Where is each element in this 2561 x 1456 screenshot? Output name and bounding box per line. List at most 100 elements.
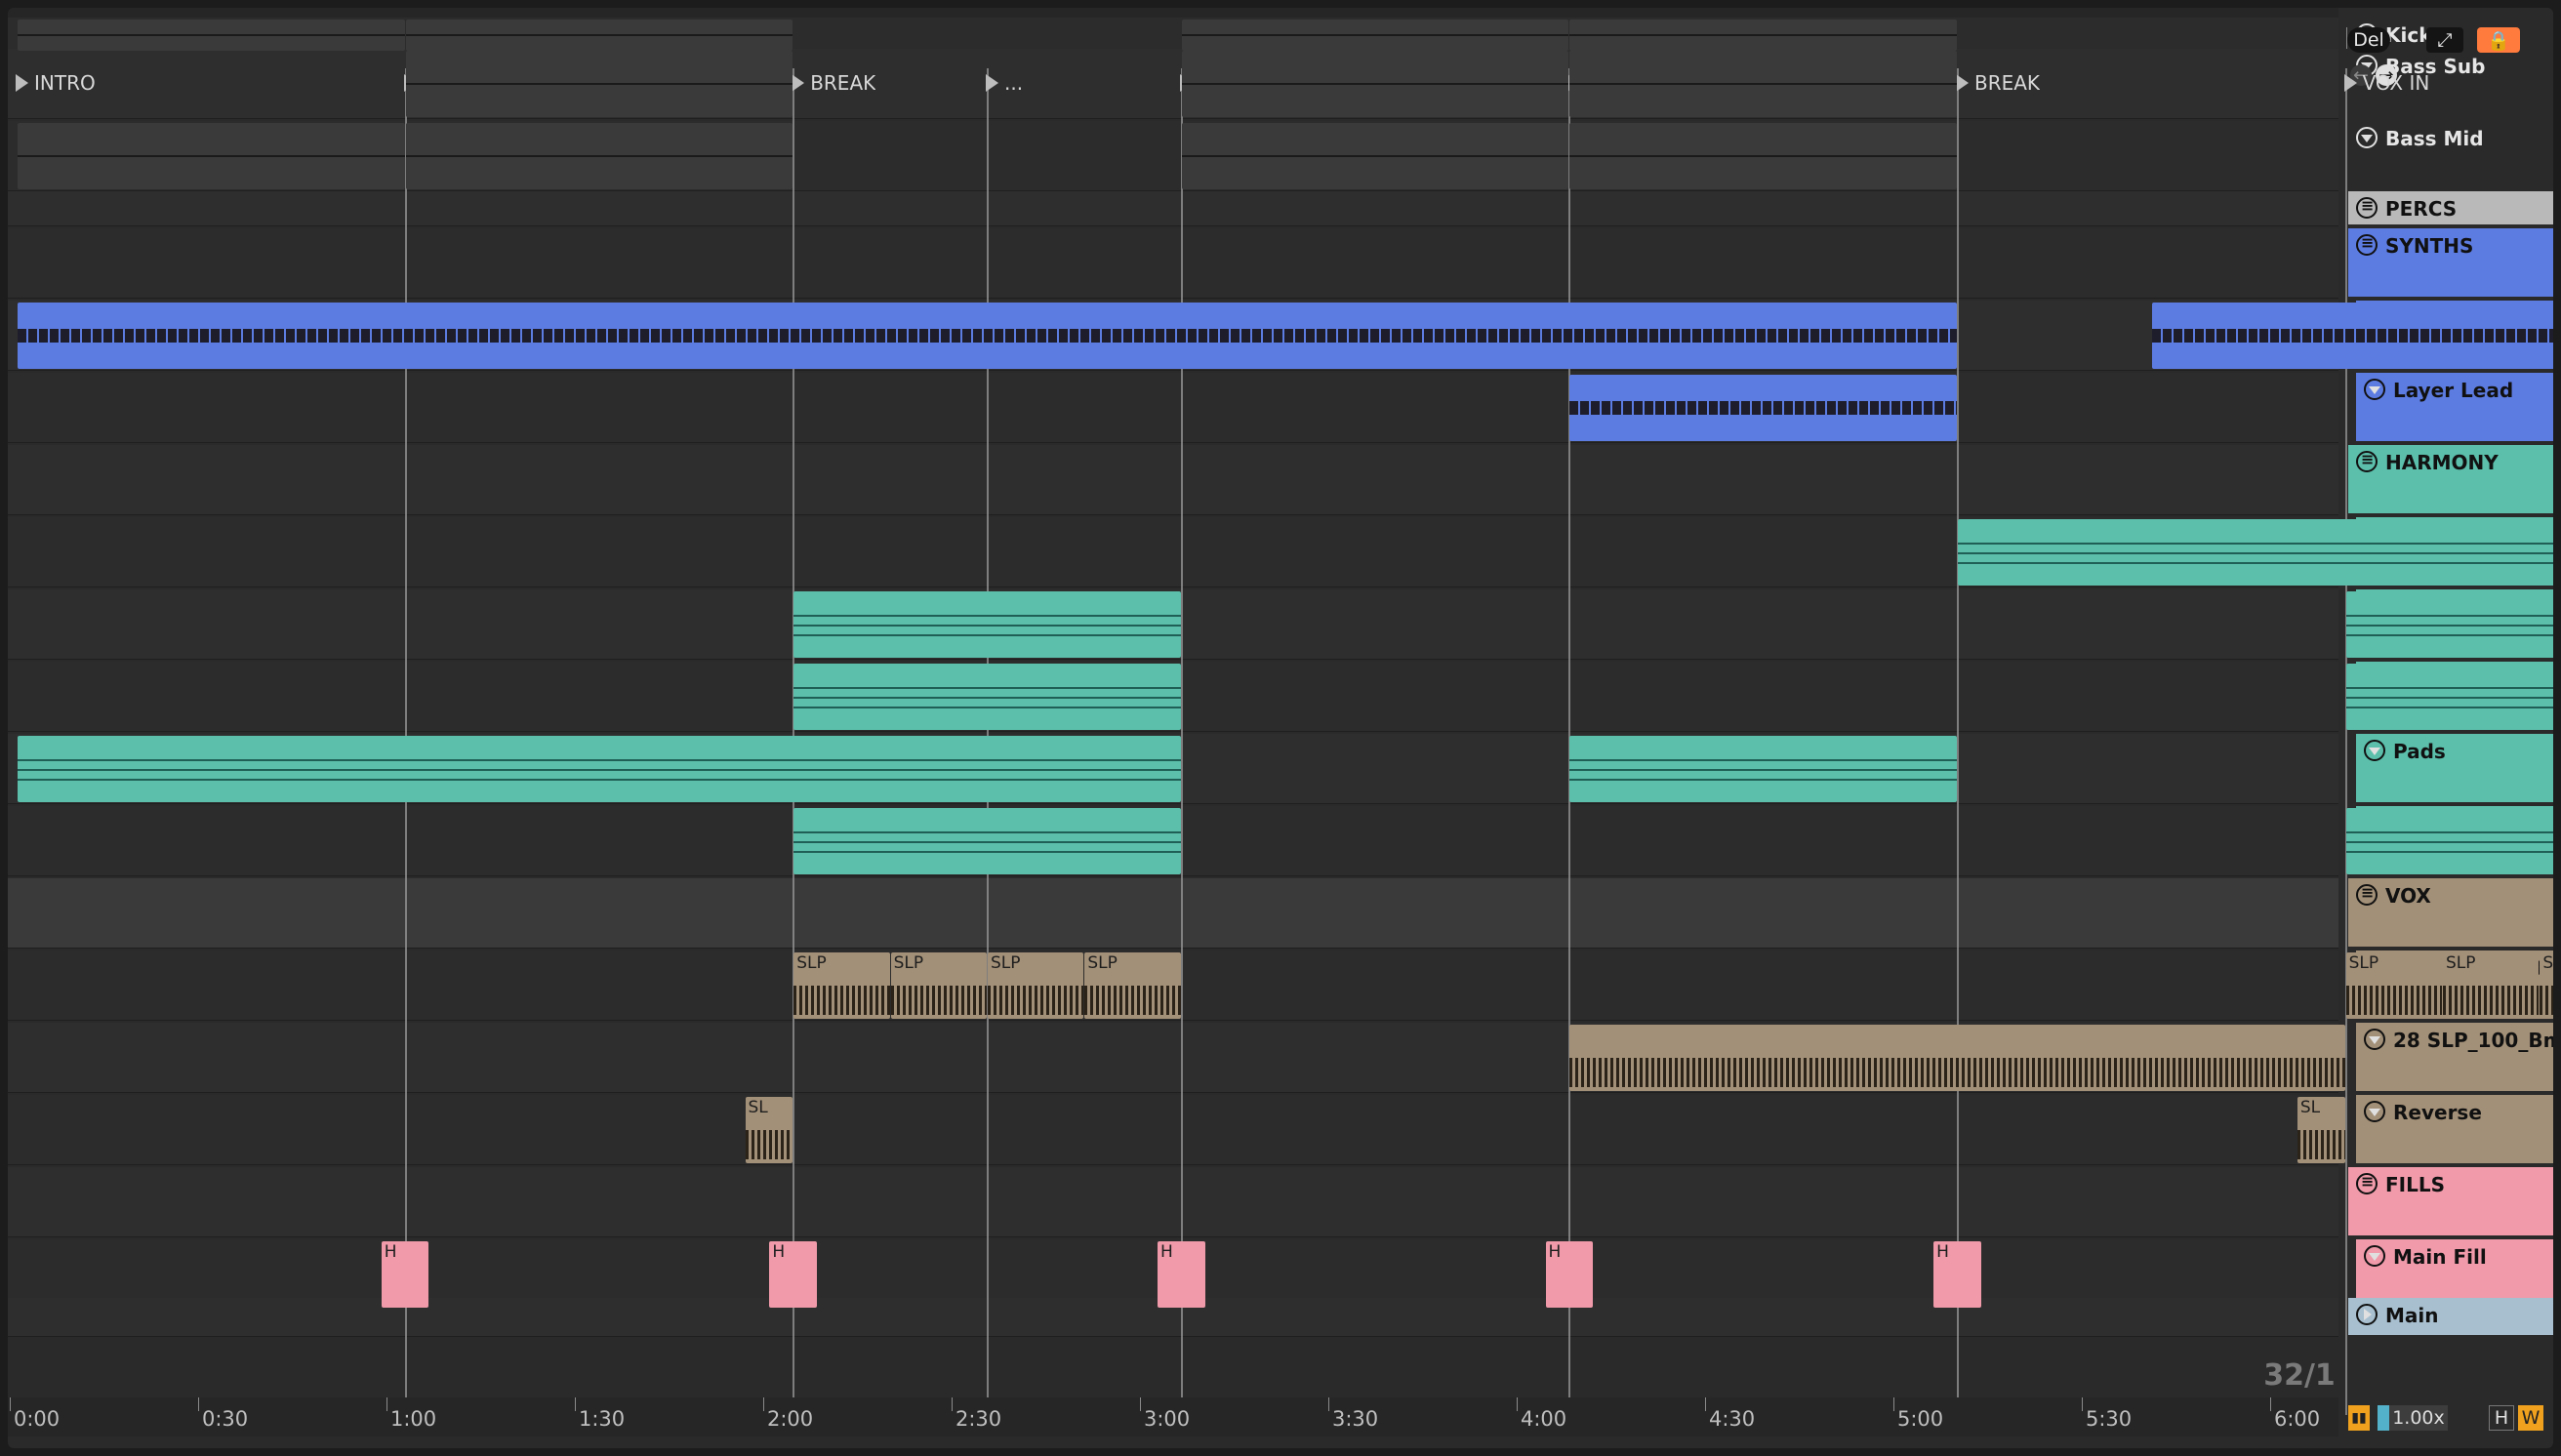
track-header-28-slp-100-bm[interactable]: 28 SLP_100_Bm <box>2356 1023 2553 1093</box>
time-label: 5:30 <box>2086 1407 2133 1431</box>
locator-label: VOX IN <box>2362 71 2430 95</box>
clip[interactable]: SL <box>2297 1097 2345 1163</box>
track-header-vox[interactable]: VOX <box>2348 878 2553 949</box>
locator-marker[interactable]: VOX IN <box>2343 70 2430 96</box>
fold-down-icon[interactable] <box>2364 379 2385 400</box>
clip[interactable]: H <box>1157 1241 1205 1308</box>
group-fold-icon[interactable] <box>2356 883 2378 906</box>
delete-button[interactable]: Del <box>2347 27 2390 53</box>
clip[interactable] <box>1181 51 1569 117</box>
group-fold-icon[interactable] <box>2356 450 2378 472</box>
midi-notes <box>18 329 1957 344</box>
clip[interactable]: H <box>1933 1241 1981 1308</box>
track-lane[interactable] <box>8 1095 2338 1165</box>
clip[interactable]: SLP <box>2345 952 2442 1019</box>
clip-name: H <box>384 1242 397 1262</box>
time-tick <box>1328 1397 1329 1411</box>
track-lane[interactable] <box>8 228 2338 299</box>
group-fold-icon[interactable] <box>2356 196 2378 219</box>
track-header-main[interactable]: Main <box>2348 1298 2553 1337</box>
clip[interactable]: H <box>1545 1241 1594 1308</box>
zoom-readout[interactable]: 1.00x <box>2378 1405 2448 1431</box>
clip[interactable]: SLP <box>1084 952 1181 1019</box>
track-header-fills[interactable]: FILLS <box>2348 1167 2553 1237</box>
track-header-percs[interactable]: PERCS <box>2348 191 2553 226</box>
clip[interactable]: SLP <box>2443 952 2540 1019</box>
clip[interactable]: SLP <box>890 952 987 1019</box>
clip[interactable] <box>18 123 405 189</box>
clip[interactable] <box>405 123 793 189</box>
clip[interactable] <box>2151 303 2553 369</box>
fold-down-icon[interactable] <box>2364 740 2385 761</box>
locator-triangle-icon <box>16 74 28 92</box>
lock-icon[interactable]: 🔒 <box>2477 27 2520 53</box>
clip[interactable] <box>1569 736 1957 802</box>
audio-waveform <box>2297 1130 2345 1159</box>
audio-waveform <box>890 986 987 1015</box>
locator-marker[interactable]: INTRO <box>16 70 96 96</box>
track-lane[interactable] <box>8 373 2338 443</box>
track-header-layer-lead[interactable]: Layer Lead <box>2356 373 2553 443</box>
track-lane[interactable] <box>8 445 2338 515</box>
clip[interactable] <box>18 20 405 51</box>
fold-down-icon[interactable] <box>2356 127 2378 148</box>
clip[interactable] <box>2345 591 2553 658</box>
time-ruler[interactable]: 0:00 0:30 1:00 1:30 2:00 2:30 3:00 3:30 4:00 4:30… <box>8 1397 2338 1436</box>
locator-marker[interactable]: BREAK <box>1956 70 2040 96</box>
fold-down-icon[interactable] <box>2364 1245 2385 1267</box>
track-header-pads[interactable]: Pads <box>2356 734 2553 804</box>
track-header-reverse[interactable]: Reverse <box>2356 1095 2553 1165</box>
clip[interactable]: SLP <box>988 952 1084 1019</box>
track-lane[interactable] <box>8 1167 2338 1237</box>
clip[interactable]: SL <box>745 1097 793 1163</box>
w-toggle[interactable]: W <box>2518 1405 2543 1431</box>
clip[interactable] <box>1958 519 2553 586</box>
track-header-bass-mid[interactable]: Bass Mid <box>2348 121 2553 191</box>
midi-notes <box>18 34 405 37</box>
fold-down-icon[interactable] <box>2364 1029 2385 1050</box>
locator-marker[interactable]: BREAK <box>792 70 875 96</box>
clip[interactable] <box>1181 123 1569 189</box>
h-toggle[interactable]: H <box>2489 1405 2514 1431</box>
group-fold-icon[interactable] <box>2356 1172 2378 1194</box>
clip[interactable]: H <box>381 1241 429 1308</box>
time-tick <box>2082 1397 2083 1411</box>
track-header-synths[interactable]: SYNTHS <box>2348 228 2553 299</box>
track-name: Pads <box>2393 740 2446 763</box>
time-tick <box>1893 1397 1894 1411</box>
track-lane[interactable] <box>8 191 2338 226</box>
arrangement-lanes[interactable] <box>8 18 2338 1368</box>
track-lane[interactable] <box>8 878 2338 949</box>
time-label: 5:00 <box>1897 1407 1944 1431</box>
locator-label: BREAK <box>810 71 876 95</box>
clip[interactable] <box>1569 20 1957 51</box>
clip[interactable]: SLP <box>793 952 890 1019</box>
locator-marker[interactable]: ... <box>986 70 1023 96</box>
clip[interactable] <box>793 664 1181 730</box>
clip[interactable]: H <box>769 1241 818 1308</box>
clip[interactable] <box>2345 808 2553 874</box>
clip[interactable] <box>793 591 1181 658</box>
clip[interactable] <box>1569 1025 2345 1091</box>
clip[interactable]: SLP <box>2540 952 2553 1019</box>
track-header-harmony[interactable]: HARMONY <box>2348 445 2553 515</box>
midi-notes <box>2345 625 2553 627</box>
time-label: 4:00 <box>1521 1407 1567 1431</box>
audio-waveform <box>1569 1058 2345 1087</box>
clip[interactable] <box>18 303 1957 369</box>
group-fold-icon[interactable] <box>2356 233 2378 256</box>
clip[interactable] <box>2345 664 2553 730</box>
track-name: SYNTHS <box>2385 234 2474 258</box>
clip[interactable] <box>793 808 1181 874</box>
clip[interactable] <box>1569 51 1957 117</box>
fold-right-icon[interactable] <box>2356 1304 2378 1325</box>
expand-icon[interactable]: ⤢ <box>2426 27 2463 53</box>
clip[interactable] <box>405 20 793 51</box>
clip[interactable] <box>18 736 1181 802</box>
clip[interactable] <box>1569 123 1957 189</box>
clip[interactable] <box>1569 375 1957 441</box>
time-label: 2:00 <box>767 1407 814 1431</box>
fold-down-icon[interactable] <box>2364 1101 2385 1122</box>
clip[interactable] <box>405 51 793 117</box>
clip[interactable] <box>1181 20 1569 51</box>
